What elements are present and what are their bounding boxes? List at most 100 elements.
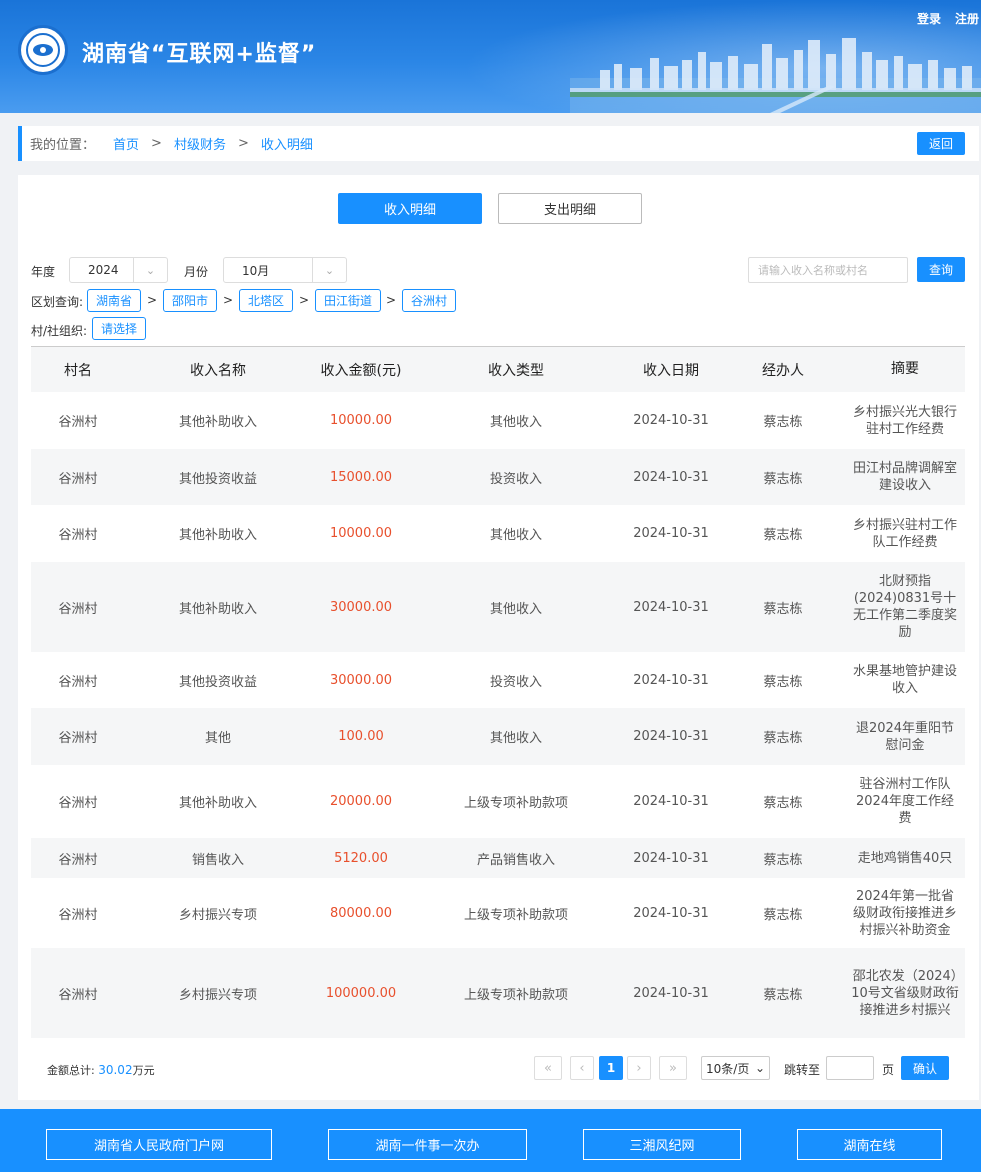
cell-income-name: 乡村振兴专项 [178, 907, 257, 923]
cell-income-name: 乡村振兴专项 [178, 987, 257, 1003]
region-city[interactable]: 邵阳市 [163, 289, 218, 312]
site-logo[interactable] [18, 25, 68, 75]
page-size-select[interactable]: 10条/页 ⌄ [701, 1056, 770, 1080]
chevron-down-icon: ⌄ [133, 258, 167, 282]
table-body: 谷洲村 其他补助收入 10000.00 其他收入 2024-10-31 蔡志栋 乡村振兴光大… [31, 392, 965, 1038]
cell-handler: 蔡志栋 [763, 601, 803, 617]
breadcrumb: 我的位置： 首页 > 村级财务 > 收入明细 返回 [18, 126, 979, 161]
city-skyline-image [570, 38, 981, 113]
region-district[interactable]: 北塔区 [239, 289, 294, 312]
total-value: 30.02 [98, 1063, 133, 1077]
cell-income-name: 其他 [204, 731, 231, 746]
cell-village: 谷洲村 [58, 674, 98, 690]
cell-income-name: 其他补助收入 [178, 796, 257, 811]
table-row: 谷洲村 其他补助收入 10000.00 其他收入 2024-10-31 蔡志栋 乡村振兴驻村… [31, 505, 965, 562]
cell-handler: 蔡志栋 [763, 907, 803, 923]
cell-type: 其他收入 [489, 731, 542, 746]
jump-page-input[interactable] [826, 1056, 874, 1080]
breadcrumb-village-finance[interactable]: 村级财务 [174, 134, 226, 153]
jump-label: 跳转至 [784, 1063, 821, 1077]
login-link[interactable]: 登录 [917, 10, 941, 27]
cell-type: 投资收入 [489, 674, 542, 690]
region-village[interactable]: 谷洲村 [402, 289, 457, 312]
cell-summary: 北财预指(2024)0831号十无工作第二季度奖励 [852, 574, 957, 640]
region-separator: > [147, 293, 158, 307]
cell-summary: 水果基地管护建设收入 [852, 664, 957, 696]
breadcrumb-income-detail[interactable]: 收入明细 [261, 134, 313, 153]
region-province[interactable]: 湖南省 [87, 289, 142, 312]
cell-village: 谷洲村 [58, 528, 98, 543]
cell-amount: 10000.00 [329, 413, 393, 428]
footer-link-gov-portal[interactable]: 湖南省人民政府门户网 [46, 1129, 272, 1160]
tab-expense-detail[interactable]: 支出明细 [498, 193, 642, 224]
next-page-button[interactable]: › [627, 1056, 651, 1080]
cell-type: 投资收入 [489, 471, 542, 487]
prev-page-button[interactable]: ‹ [570, 1056, 594, 1080]
year-select[interactable]: 2024 ⌄ [69, 257, 168, 283]
cell-date: 2024-10-31 [633, 850, 709, 866]
breadcrumb-label: 我的位置： [30, 138, 96, 153]
footer-link-one-thing[interactable]: 湖南一件事一次办 [328, 1129, 527, 1160]
cell-income-name: 其他投资收益 [178, 471, 257, 487]
cell-village: 谷洲村 [58, 415, 98, 430]
cell-type: 其他收入 [489, 415, 542, 430]
cell-income-name: 销售收入 [191, 852, 244, 868]
total-amount: 金额总计: 30.02万元 [47, 1062, 155, 1078]
org-label: 村/社组织: [31, 324, 88, 338]
current-page-button[interactable]: 1 [599, 1056, 623, 1080]
confirm-jump-button[interactable]: 确认 [901, 1056, 949, 1080]
chevron-down-icon: ⌄ [312, 258, 346, 282]
cell-summary: 走地鸡销售40只 [857, 850, 953, 866]
footer-link-sanxiang[interactable]: 三湘风纪网 [583, 1129, 741, 1160]
org-select-button[interactable]: 请选择 [92, 317, 147, 340]
cell-summary: 田江村品牌调解室建设收入 [852, 461, 957, 493]
chevron-down-icon: ⌄ [754, 1061, 765, 1075]
table-row: 谷洲村 其他 100.00 其他收入 2024-10-31 蔡志栋 退2024年重阳节慰问金 [31, 708, 965, 765]
breadcrumb-home[interactable]: 首页 [113, 134, 139, 153]
back-button[interactable]: 返回 [917, 132, 965, 155]
month-select[interactable]: 10月 ⌄ [223, 257, 347, 283]
last-page-button[interactable]: » [659, 1056, 687, 1080]
col-amount: 收入金额(元) [320, 362, 402, 379]
cell-village: 谷洲村 [58, 796, 98, 811]
col-date: 收入日期 [643, 362, 699, 379]
cell-amount: 15000.00 [329, 469, 393, 485]
cell-handler: 蔡志栋 [763, 987, 803, 1003]
cell-income-name: 其他补助收入 [178, 601, 257, 617]
cell-summary: 乡村振兴光大银行驻村工作经费 [852, 404, 957, 437]
region-separator: > [299, 293, 310, 307]
cell-income-name: 其他补助收入 [178, 415, 257, 430]
table-row: 谷洲村 乡村振兴专项 100000.00 上级专项补助款项 2024-10-31 蔡志栋 邵… [31, 948, 965, 1038]
cell-amount: 30000.00 [329, 599, 393, 615]
col-village: 村名 [64, 362, 92, 379]
site-title: 湖南省“互联网+监督” [82, 42, 317, 67]
logo-pupil [40, 47, 46, 53]
table-header: 村名 收入名称 收入金额(元) 收入类型 收入日期 经办人 摘要 [31, 347, 965, 392]
query-button[interactable]: 查询 [917, 257, 965, 282]
cell-type: 其他收入 [489, 601, 542, 617]
cell-summary: 驻谷洲村工作队2024年度工作经费 [855, 777, 955, 826]
cell-handler: 蔡志栋 [763, 796, 803, 811]
cell-type: 上级专项补助款项 [463, 987, 568, 1003]
cell-handler: 蔡志栋 [763, 674, 803, 690]
region-label: 区划查询: [31, 295, 84, 309]
cell-date: 2024-10-31 [633, 469, 709, 485]
search-input[interactable] [748, 257, 908, 283]
register-link[interactable]: 注册 [955, 10, 979, 27]
cell-village: 谷洲村 [58, 601, 98, 617]
table-row: 谷洲村 乡村振兴专项 80000.00 上级专项补助款项 2024-10-31 蔡志栋 20… [31, 878, 965, 948]
first-page-button[interactable]: « [534, 1056, 562, 1080]
col-income-name: 收入名称 [190, 362, 246, 379]
cell-summary: 2024年第一批省级财政衔接推进乡村振兴补助资金 [852, 888, 957, 938]
cell-village: 谷洲村 [58, 471, 98, 487]
table-row: 谷洲村 销售收入 5120.00 产品销售收入 2024-10-31 蔡志栋 走地鸡销售40… [31, 838, 965, 878]
cell-handler: 蔡志栋 [763, 528, 803, 543]
cell-type: 上级专项补助款项 [463, 796, 568, 811]
cell-amount: 10000.00 [329, 526, 393, 541]
tab-income-detail[interactable]: 收入明细 [338, 193, 482, 224]
region-street[interactable]: 田江街道 [315, 289, 382, 312]
cell-amount: 30000.00 [329, 672, 393, 688]
footer-link-hunan-online[interactable]: 湖南在线 [797, 1129, 942, 1160]
col-type: 收入类型 [488, 362, 544, 379]
cell-amount: 100.00 [338, 729, 384, 744]
